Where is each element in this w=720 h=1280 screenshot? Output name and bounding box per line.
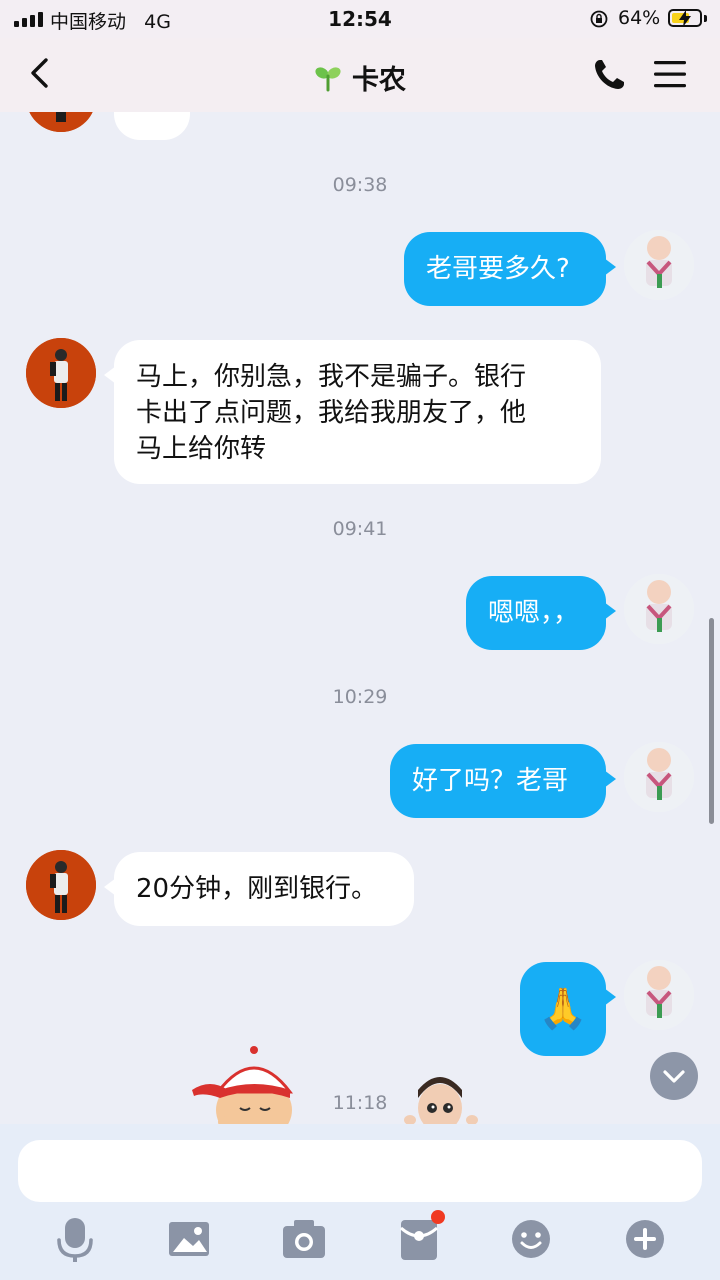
baby-photo-icon <box>624 742 694 812</box>
baby-photo-icon <box>624 230 694 300</box>
avatar-self[interactable] <box>624 574 694 644</box>
timestamp: 11:18 <box>332 1092 388 1114</box>
input-area <box>0 1124 720 1280</box>
cartoon-boy-sticker <box>404 1077 478 1124</box>
baby-photo-icon <box>624 574 694 644</box>
timestamp: 09:38 <box>332 174 388 196</box>
chevron-down-icon <box>663 1070 685 1083</box>
status-bar: 中国移动 4G 12:54 64% <box>0 0 720 38</box>
battery-tip <box>704 15 707 22</box>
plus-icon[interactable] <box>623 1214 667 1264</box>
nav-bar: 卡农 <box>0 38 720 112</box>
avatar-self[interactable] <box>624 960 694 1030</box>
message-bubble-out[interactable]: 嗯嗯，， <box>466 576 616 650</box>
scroll-to-bottom-button[interactable] <box>650 1052 698 1100</box>
avatar[interactable] <box>26 850 96 920</box>
microphone-icon[interactable] <box>53 1214 97 1264</box>
person-icon <box>26 338 96 408</box>
battery-percent: 64% <box>618 7 661 29</box>
avatar-self[interactable] <box>624 230 694 300</box>
notification-dot <box>431 1210 445 1224</box>
avatar-self[interactable] <box>624 742 694 812</box>
timestamp: 10:29 <box>332 686 388 708</box>
person-icon <box>26 112 96 132</box>
rotation-lock-icon <box>590 10 608 28</box>
message-input[interactable] <box>18 1140 702 1202</box>
avatar[interactable] <box>26 112 96 132</box>
scroll-indicator[interactable] <box>709 618 714 824</box>
contact-name: 卡农 <box>352 65 406 96</box>
charging-bolt-icon <box>679 10 691 27</box>
message-bubble-in[interactable]: 20分钟，刚到银行。 <box>104 852 414 926</box>
message-bubble-partial: 为 <box>114 112 190 140</box>
message-bubble-out[interactable]: 老哥要多久? <box>404 232 616 306</box>
phone-icon[interactable] <box>590 56 628 94</box>
message-bubble-in[interactable]: 马上，你别急，我不是骗子。银行 卡出了点问题，我给我朋友了，他 马上给你转 <box>104 340 601 484</box>
praying-hands-emoji: 🙏 <box>538 986 588 1032</box>
image-icon[interactable] <box>167 1214 211 1264</box>
baby-photo-icon <box>624 960 694 1030</box>
avatar[interactable] <box>26 338 96 408</box>
message-bubble-out[interactable]: 🙏 <box>520 962 616 1056</box>
message-bubble-out[interactable]: 好了吗？老哥 <box>390 744 616 818</box>
timestamp: 09:41 <box>332 518 388 540</box>
status-time: 12:54 <box>328 7 392 31</box>
chat-area[interactable]: 为 09:38 老哥要多久? 马上，你别急，我不是骗子。银行 卡出了点问题，我给… <box>0 112 720 1124</box>
person-icon <box>26 850 96 920</box>
sprout-icon <box>315 66 341 91</box>
emoji-icon[interactable] <box>509 1214 553 1264</box>
menu-icon[interactable] <box>652 58 688 90</box>
camera-icon[interactable] <box>281 1214 327 1264</box>
